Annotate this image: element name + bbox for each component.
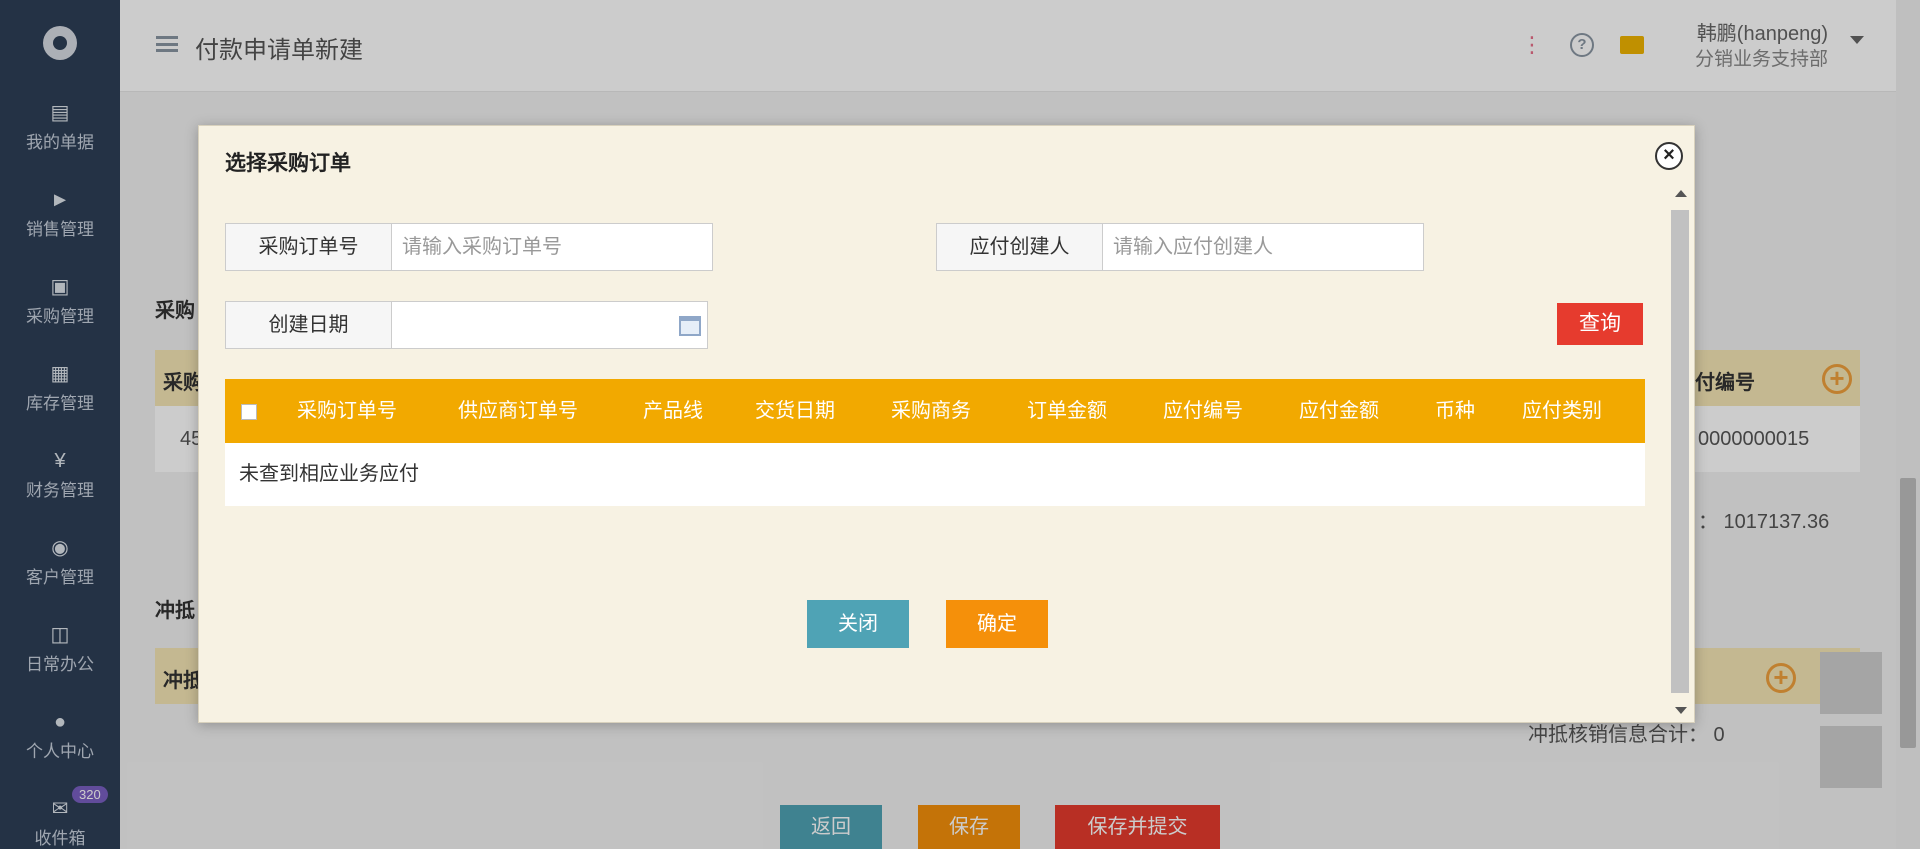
col-product-line[interactable]: 产品线 (643, 379, 703, 443)
create-date-label: 创建日期 (226, 302, 392, 348)
empty-result-message: 未查到相应业务应付 (225, 443, 1645, 506)
col-order-amount[interactable]: 订单金额 (1027, 379, 1107, 443)
col-supplier-order-number[interactable]: 供应商订单号 (458, 379, 578, 443)
select-all-checkbox[interactable] (241, 404, 257, 420)
col-currency[interactable]: 币种 (1435, 379, 1475, 443)
creator-filter: 应付创建人 (936, 223, 1424, 271)
calendar-icon[interactable] (679, 316, 701, 336)
dialog-scrollbar-thumb[interactable] (1671, 210, 1689, 693)
col-po-number[interactable]: 采购订单号 (297, 379, 397, 443)
query-button[interactable]: 查询 (1557, 303, 1643, 345)
results-table-header: 采购订单号 供应商订单号 产品线 交货日期 采购商务 订单金额 应付编号 应付金… (225, 379, 1645, 443)
confirm-button[interactable]: 确定 (946, 600, 1048, 648)
scroll-up-arrow-icon[interactable] (1675, 190, 1687, 197)
close-button[interactable]: 关闭 (807, 600, 909, 648)
dialog-title: 选择采购订单 (225, 152, 351, 175)
po-number-input[interactable] (392, 224, 712, 270)
col-payable-amount[interactable]: 应付金额 (1299, 379, 1379, 443)
dialog-scrollbar[interactable] (1669, 188, 1691, 716)
col-payable-number[interactable]: 应付编号 (1163, 379, 1243, 443)
scroll-down-arrow-icon[interactable] (1675, 707, 1687, 714)
creator-input[interactable] (1103, 224, 1423, 270)
col-purchasing-agent[interactable]: 采购商务 (891, 379, 971, 443)
po-number-label: 采购订单号 (226, 224, 392, 270)
col-payable-type[interactable]: 应付类别 (1522, 379, 1602, 443)
close-icon[interactable]: × (1655, 142, 1683, 170)
create-date-input[interactable] (392, 302, 707, 348)
col-delivery-date[interactable]: 交货日期 (755, 379, 835, 443)
po-number-filter: 采购订单号 (225, 223, 713, 271)
create-date-filter: 创建日期 (225, 301, 708, 349)
creator-label: 应付创建人 (937, 224, 1103, 270)
select-purchase-order-dialog: 选择采购订单 × 采购订单号 应付创建人 创建日期 查询 采购订单号 供应商订单… (198, 125, 1695, 723)
